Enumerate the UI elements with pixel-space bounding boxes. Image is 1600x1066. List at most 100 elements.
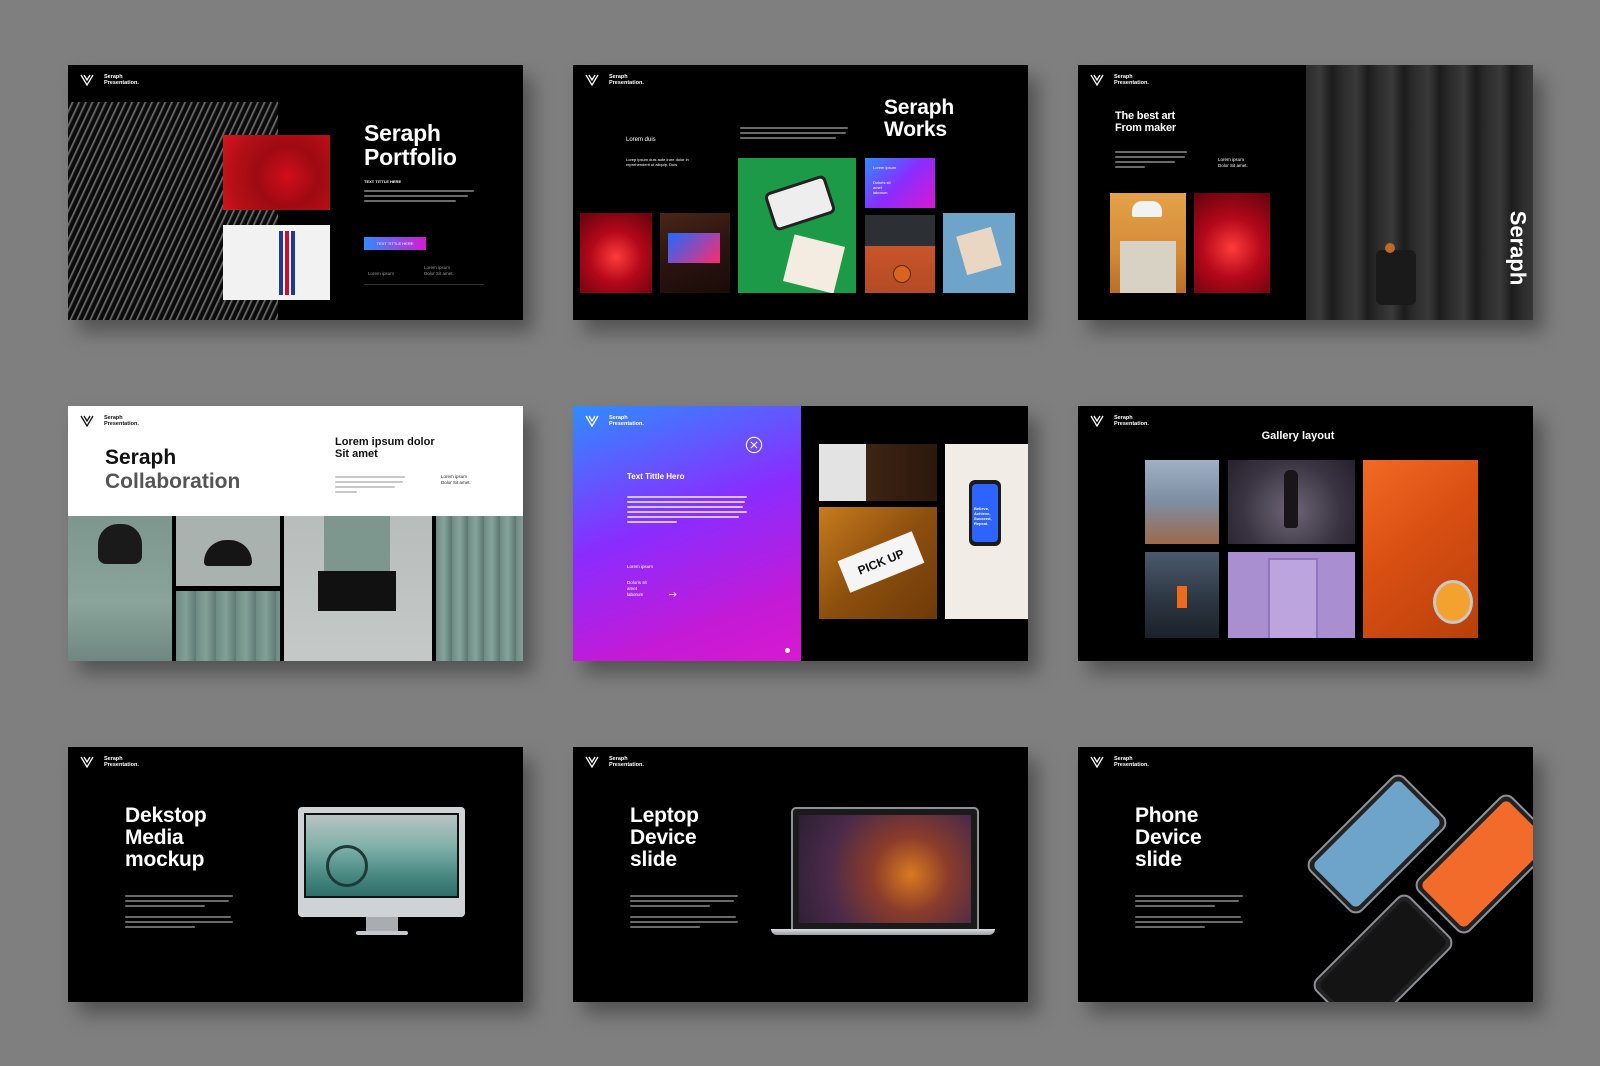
left-body: Lorep ipsum duis aute irure dolor in rep…: [626, 157, 689, 167]
brand: Seraph Presentation.: [1090, 755, 1174, 769]
sneaker-photo-image: [799, 815, 971, 923]
slide-title: Leptop Device slide: [630, 804, 699, 872]
phone-screen-text: Believe, Achieve, Succeed, Repeat.: [972, 484, 998, 542]
laptop-screen: [791, 807, 979, 931]
slide-phone[interactable]: Seraph Presentation. Phone Device slide: [1078, 747, 1533, 1002]
slide-title: Dekstop Media mockup: [125, 804, 207, 872]
seraph-logo-icon: [80, 415, 94, 428]
text-title: TEXT TITTLE HERE: [364, 179, 402, 184]
orange-car-image: [1363, 460, 1478, 638]
portrait-image: [819, 444, 937, 501]
arrow-right-icon[interactable]: [669, 592, 677, 597]
slide-works[interactable]: Seraph Presentation. Seraph Works Lorem d…: [573, 65, 1028, 320]
slide-portfolio[interactable]: Seraph Presentation. Seraph Portfolio TEX…: [68, 65, 523, 320]
seated-man-image: [284, 516, 432, 661]
brand: Seraph Presentation.: [1090, 73, 1174, 87]
vintage-car-image: [306, 815, 457, 896]
monitor-base: [356, 931, 408, 935]
brand: Seraph Presentation.: [585, 73, 669, 87]
seraph-logo-icon: [1090, 415, 1104, 428]
black-cap-image: [176, 516, 280, 586]
brand-name: Seraph Presentation.: [609, 756, 644, 768]
hand-phone-image: Believe, Achieve, Succeed, Repeat.: [945, 444, 1028, 619]
gradient-card: Lorem ipsum Doloris sit amet laborum: [865, 158, 935, 208]
night-figure-image: [1145, 552, 1219, 638]
slide-title: The best art From maker: [1115, 110, 1176, 134]
dark-shirt-screen: [1317, 898, 1449, 1002]
pickup-sign-image: PICK UP: [819, 507, 937, 619]
white-cap-man-image: [1110, 193, 1186, 293]
body-lines: [1115, 151, 1187, 171]
seraph-logo-icon: [585, 74, 599, 87]
monitor-stand: [366, 917, 398, 931]
slide-heading: Gallery layout: [1261, 430, 1335, 442]
striped-card-image: [223, 225, 330, 300]
body-lines: [335, 476, 405, 496]
man-cap-image: [68, 516, 172, 661]
seraph-logo-icon: [585, 756, 599, 769]
desktop-monitor: [298, 807, 465, 917]
side-text: Lorem ipsum Dolor Sit amet.: [1218, 157, 1248, 168]
red-portrait-image: [1194, 193, 1270, 293]
slide-laptop[interactable]: Seraph Presentation. Leptop Device slide: [573, 747, 1028, 1002]
seraph-logo-icon: [80, 756, 94, 769]
tablet-image: [660, 213, 730, 293]
body-lines: [1135, 895, 1243, 931]
seraph-logo-icon: [1090, 756, 1104, 769]
left-heading: Lorem duis: [626, 137, 656, 143]
hanging-shirts-image: [176, 591, 280, 661]
slide-gallery[interactable]: Seraph Presentation. Gallery layout: [1078, 406, 1533, 661]
slide-best-art[interactable]: Seraph Presentation. The best art From ma…: [1078, 65, 1533, 320]
slide-title: Phone Device slide: [1135, 804, 1202, 872]
man-hills-image: [1145, 460, 1219, 544]
slide-collaboration[interactable]: Seraph Presentation. Seraph Collaboration…: [68, 406, 523, 661]
seraph-logo-icon: [1090, 74, 1104, 87]
center-body-lines: [740, 127, 848, 142]
sub-label: Doloris sit amet laborum: [627, 580, 647, 597]
basketball-court-image: [865, 215, 935, 293]
body-lines: [627, 496, 747, 526]
rack-shirts-image: [436, 516, 523, 661]
body-lines: [630, 895, 738, 931]
slide-title: Seraph Collaboration: [105, 446, 241, 494]
brand-name: Seraph Presentation.: [609, 415, 644, 427]
laptop-base: [771, 929, 995, 935]
vertical-label: Seraph: [1505, 210, 1531, 286]
brand: Seraph Presentation.: [80, 73, 164, 87]
slide-title: Seraph Portfolio: [364, 120, 457, 171]
red-portrait-image: [580, 213, 652, 293]
brand: Seraph Presentation.: [80, 414, 164, 428]
brand: Seraph Presentation.: [585, 755, 669, 769]
slide-desktop[interactable]: Seraph Presentation. Dekstop Media mockup: [68, 747, 523, 1002]
book-flowers-image: [943, 213, 1015, 293]
brand-name: Seraph Presentation.: [104, 756, 139, 768]
seraph-logo-icon: [80, 74, 94, 87]
heading: Lorem ipsum dolor Sit amet: [335, 436, 435, 461]
brand-name: Seraph Presentation.: [609, 74, 644, 86]
brand-name: Seraph Presentation.: [1114, 756, 1149, 768]
body-lines: [125, 895, 233, 931]
pickup-sign-text: PICK UP: [837, 531, 925, 593]
side-text: Lorem ipsum Dolor Sit amet.: [441, 474, 471, 485]
slide-title: Seraph Works: [884, 96, 954, 142]
footer-right-text: Lorem ipsum Dolor Sit amet.: [424, 265, 454, 276]
primary-button[interactable]: TEXT TITTLE HERE: [364, 237, 426, 250]
gradient-panel: [573, 406, 801, 661]
purple-door-image: [1228, 552, 1355, 638]
brand: Seraph Presentation.: [1090, 414, 1174, 428]
brand-name: Seraph Presentation.: [1114, 415, 1149, 427]
brand: Seraph Presentation.: [585, 414, 669, 428]
brand-name: Seraph Presentation.: [104, 415, 139, 427]
seraph-logo-icon: [585, 415, 599, 428]
brand-name: Seraph Presentation.: [104, 74, 139, 86]
brand: Seraph Presentation.: [80, 755, 164, 769]
divider: [364, 284, 484, 285]
bottle-image: [1228, 460, 1355, 544]
slide-text-title[interactable]: Seraph Presentation. Text Tittle Hero Lor…: [573, 406, 1028, 661]
phone-on-green-image: [738, 158, 856, 293]
page-dot[interactable]: [785, 648, 790, 653]
curtain-woman-image: [1306, 65, 1533, 320]
red-sneakers-image: [223, 135, 330, 210]
brand-name: Seraph Presentation.: [1114, 74, 1149, 86]
close-circle-icon[interactable]: [745, 436, 763, 454]
